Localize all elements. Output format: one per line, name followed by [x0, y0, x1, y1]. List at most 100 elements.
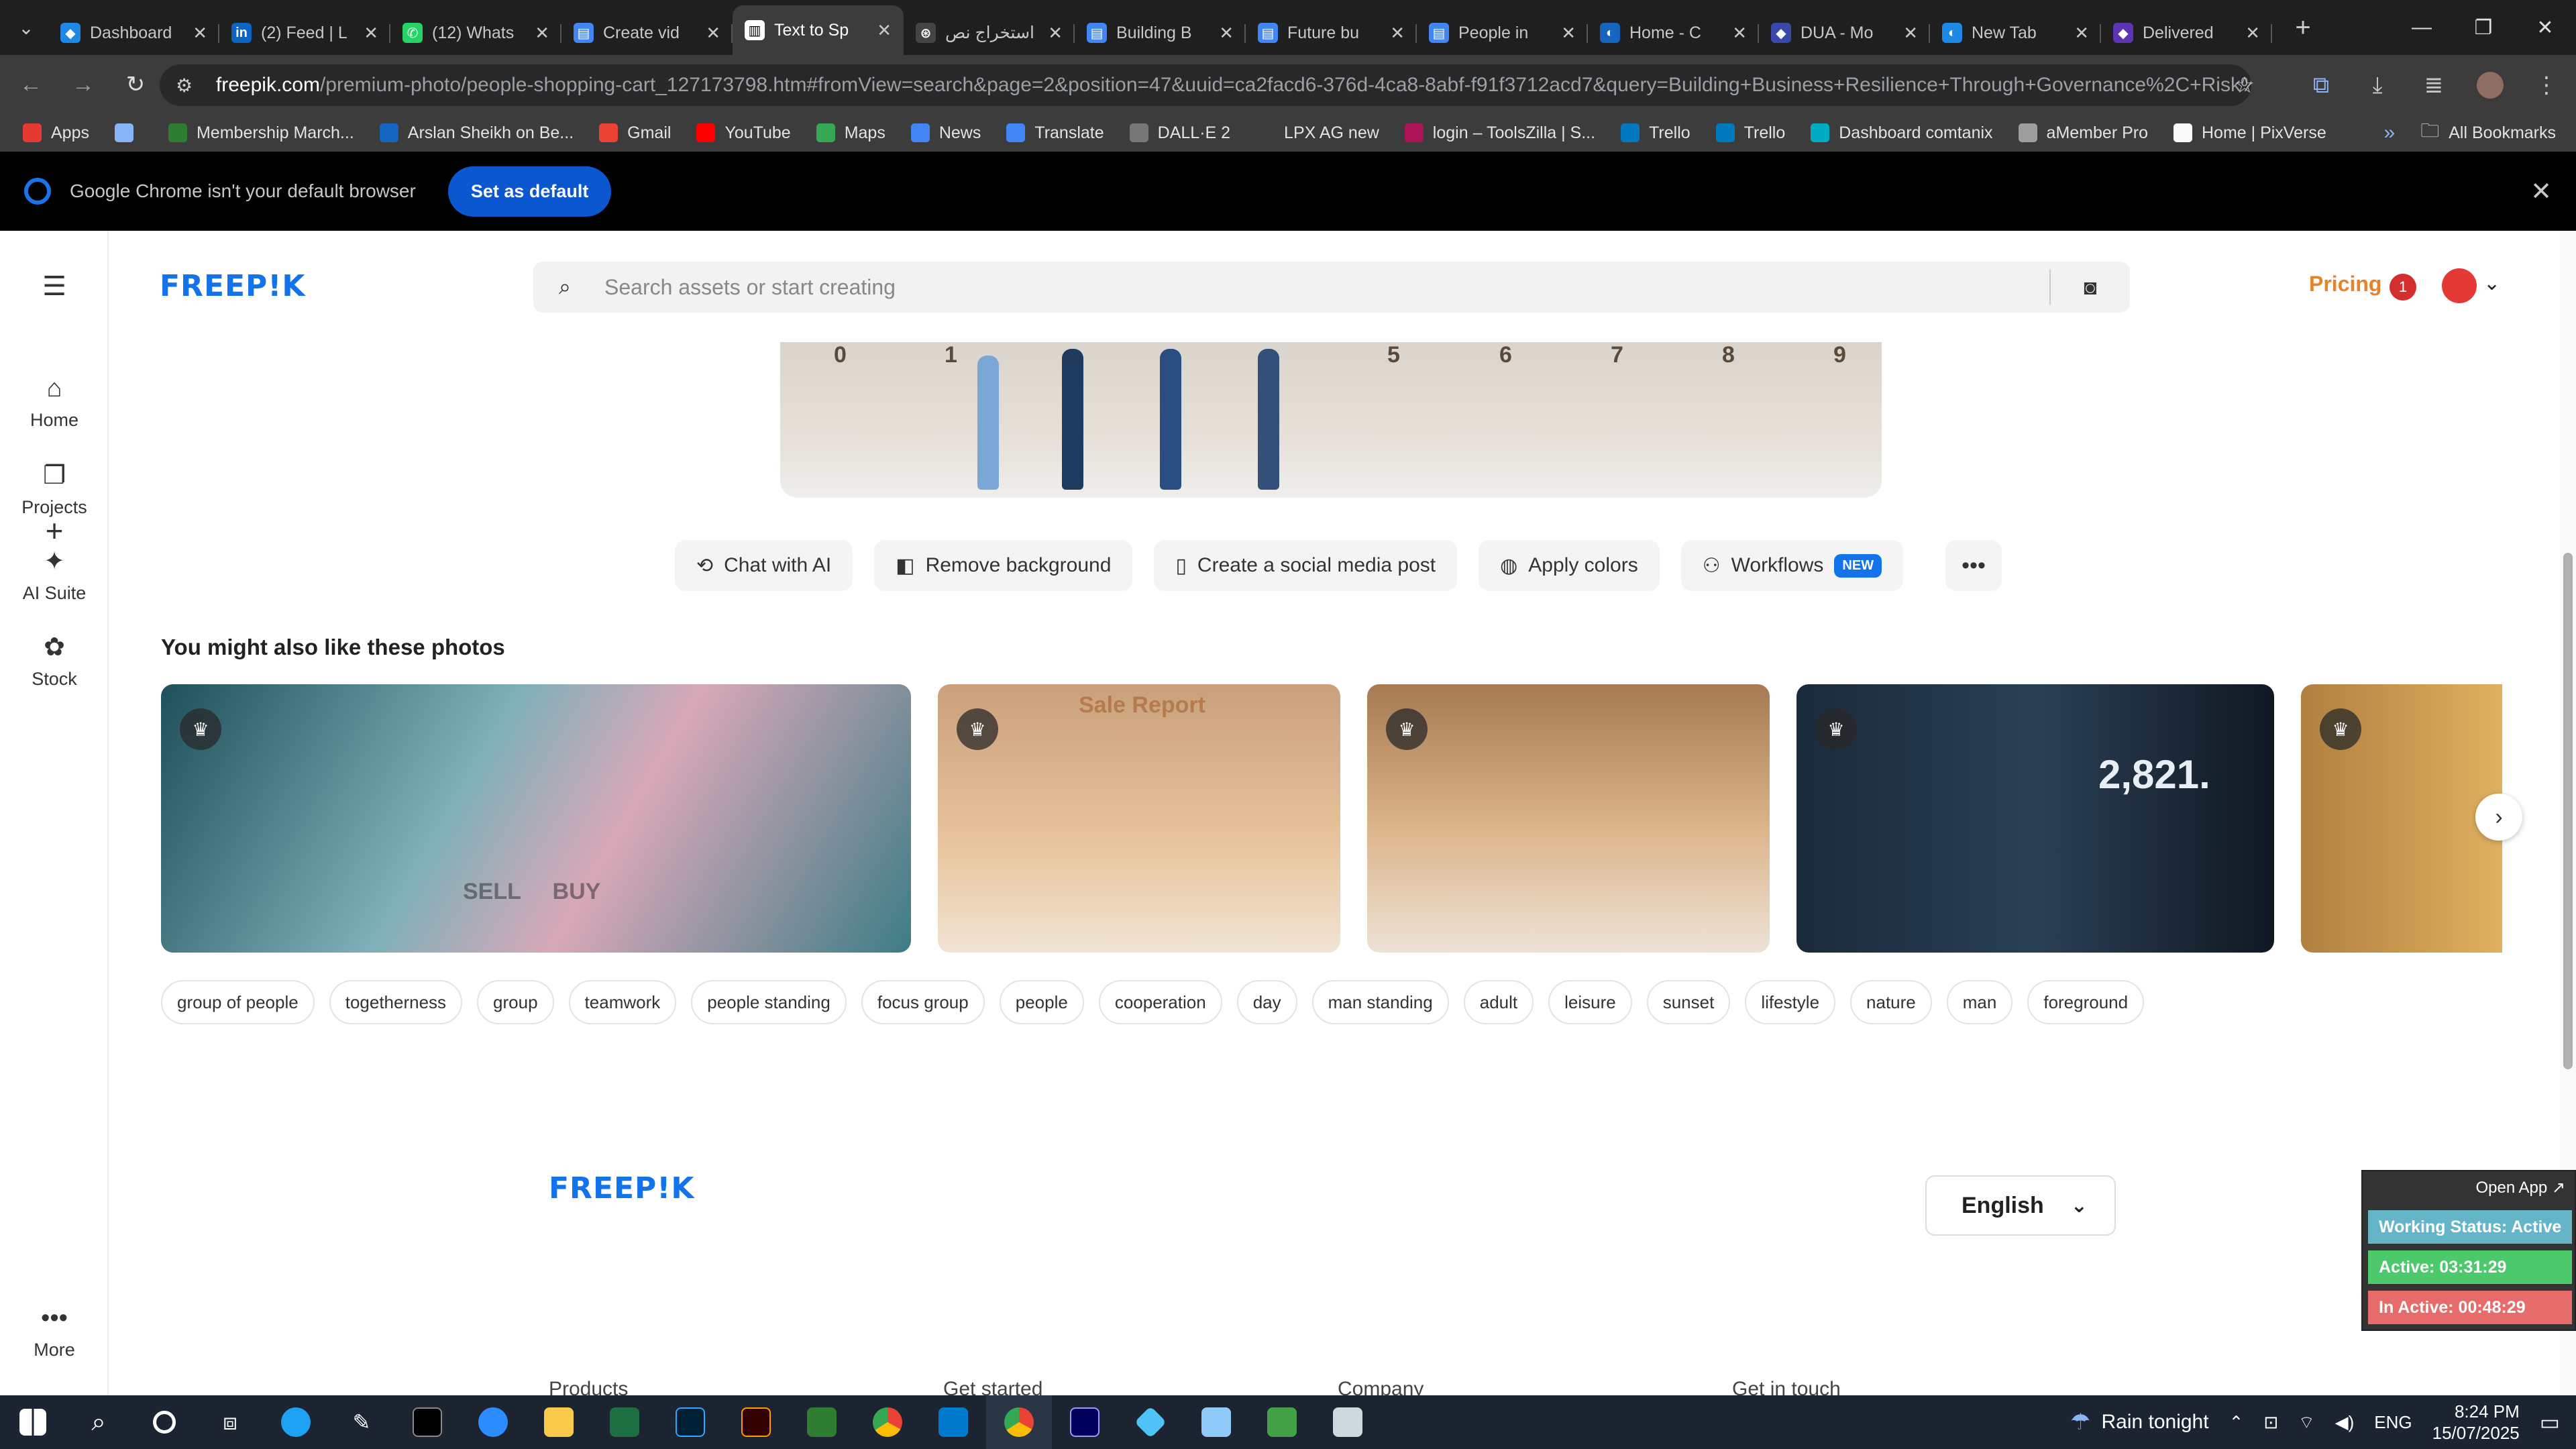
back-arrow-icon[interactable]: ←: [9, 63, 52, 106]
bookmark-10[interactable]: LPX AG new: [1256, 123, 1379, 143]
tab-8[interactable]: ▤ People in ✕: [1417, 11, 1588, 55]
sidebar-item-more[interactable]: ••• More: [0, 1304, 109, 1360]
tab-close-icon[interactable]: ✕: [2074, 23, 2089, 44]
reload-icon[interactable]: ↻: [114, 63, 157, 106]
set-as-default-button[interactable]: Set as default: [447, 166, 612, 217]
bookmark-6[interactable]: Maps: [816, 123, 885, 143]
cortana-circle-icon[interactable]: [131, 1395, 197, 1449]
add-plus-icon[interactable]: +: [0, 513, 109, 549]
search-icon[interactable]: ⌕: [66, 1395, 131, 1449]
notifications-icon[interactable]: ▭: [2540, 1409, 2560, 1435]
edge-icon[interactable]: [263, 1395, 329, 1449]
bookmark-star-icon[interactable]: ☆: [2231, 72, 2258, 99]
related-photo-gold-map-ladder-coins[interactable]: ♛ 2,821.: [1796, 684, 2274, 953]
media-control-icon[interactable]: ≣: [2420, 72, 2447, 99]
tab-close-icon[interactable]: ✕: [364, 23, 378, 44]
tag-chip[interactable]: focus group: [861, 980, 985, 1024]
language-select[interactable]: English ⌄: [1925, 1175, 2116, 1236]
tab-close-icon[interactable]: ✕: [1390, 23, 1405, 44]
vscode-icon[interactable]: [920, 1395, 986, 1449]
weather-text[interactable]: Rain tonight: [2101, 1411, 2208, 1434]
excel-icon[interactable]: [592, 1395, 657, 1449]
tab-close-icon[interactable]: ✕: [1561, 23, 1576, 44]
tab-close-icon[interactable]: ✕: [1219, 23, 1234, 44]
action-apply-colors[interactable]: ◍ Apply colors: [1479, 540, 1660, 591]
freepik-logo[interactable]: FREEP!K: [160, 269, 305, 303]
downloads-icon[interactable]: ⤓: [2364, 72, 2391, 99]
photoshop-icon[interactable]: [657, 1395, 723, 1449]
tag-chip[interactable]: group of people: [161, 980, 315, 1024]
bookmark-9[interactable]: DALL·E 2: [1129, 123, 1230, 143]
bookmark-1[interactable]: [114, 123, 143, 142]
tab-close-icon[interactable]: ✕: [193, 23, 207, 44]
tag-chip[interactable]: people standing: [691, 980, 847, 1024]
pen-tool-icon[interactable]: ✎: [329, 1395, 394, 1449]
bookmark-4[interactable]: Gmail: [599, 123, 671, 143]
tab-close-icon[interactable]: ✕: [877, 20, 892, 41]
profile-avatar[interactable]: [2477, 72, 2504, 99]
tag-chip[interactable]: cooperation: [1098, 980, 1222, 1024]
tag-chip[interactable]: group: [477, 980, 554, 1024]
calculator-icon[interactable]: [1315, 1395, 1381, 1449]
carousel-next-icon[interactable]: ›: [2475, 794, 2522, 841]
forward-arrow-icon[interactable]: →: [62, 63, 105, 106]
bookmark-13[interactable]: Trello: [1715, 123, 1785, 143]
new-tab-plus-icon[interactable]: +: [2282, 6, 2324, 49]
tag-chip[interactable]: man: [1946, 980, 2013, 1024]
site-info-icon[interactable]: ⚙: [176, 74, 201, 97]
wifi-icon[interactable]: ⌔: [2298, 1411, 2314, 1434]
bookmark-12[interactable]: Trello: [1621, 123, 1690, 143]
address-bar[interactable]: ⚙ freepik.com /premium-photo/people-shop…: [160, 64, 2251, 106]
tab-6[interactable]: ▤ Building B ✕: [1075, 11, 1246, 55]
footer-logo[interactable]: FREEP!K: [549, 1171, 694, 1205]
extensions-icon[interactable]: ⧉: [2308, 72, 2334, 99]
tag-chip[interactable]: lifestyle: [1745, 980, 1836, 1024]
scrollbar-thumb[interactable]: [2563, 553, 2573, 1069]
tab-10[interactable]: ◆ DUA - Mo ✕: [1759, 11, 1930, 55]
tab-11[interactable]: ◐ New Tab ✕: [1930, 11, 2101, 55]
tab-12[interactable]: ◆ Delivered ✕: [2101, 11, 2272, 55]
restore-icon[interactable]: ❐: [2453, 0, 2514, 55]
bookmark-3[interactable]: Arslan Sheikh on Be...: [379, 123, 574, 143]
chrome-active-icon[interactable]: [986, 1395, 1052, 1449]
tab-9[interactable]: ◐ Home - C ✕: [1588, 11, 1759, 55]
chevron-down-icon[interactable]: ⌄: [2483, 272, 2500, 295]
pricing-link[interactable]: Pricing: [2309, 272, 2381, 297]
minimize-icon[interactable]: —: [2391, 0, 2453, 55]
illustrator-icon[interactable]: [723, 1395, 789, 1449]
zoom-icon[interactable]: [460, 1395, 526, 1449]
bookmark-14[interactable]: Dashboard comtanix: [1811, 123, 1993, 143]
bookmark-5[interactable]: YouTube: [696, 123, 791, 143]
related-photo-world-map-business-people[interactable]: ♛ SELL BUY: [161, 684, 911, 953]
premiere-icon[interactable]: [1052, 1395, 1118, 1449]
bookmark-0[interactable]: Apps: [23, 123, 89, 143]
tab-close-icon[interactable]: ✕: [1048, 23, 1063, 44]
action-create-a-social-media-post[interactable]: ▯ Create a social media post: [1154, 540, 1458, 591]
chrome-icon[interactable]: [855, 1395, 920, 1449]
related-photo-sale-report-map-figures[interactable]: ♛ Sale Report: [938, 684, 1340, 953]
tab-0[interactable]: ◆ Dashboard ✕: [48, 11, 219, 55]
volume-icon[interactable]: ◀): [2335, 1412, 2355, 1433]
bookmark-11[interactable]: login – ToolsZilla | S...: [1404, 123, 1595, 143]
tag-chip[interactable]: day: [1236, 980, 1297, 1024]
bookmark-16[interactable]: Home | PixVerse: [2174, 123, 2326, 143]
tab-close-icon[interactable]: ✕: [535, 23, 549, 44]
weather-umbrella-icon[interactable]: ☂: [2070, 1409, 2090, 1436]
file-explorer-icon[interactable]: [526, 1395, 592, 1449]
bookmark-2[interactable]: Membership March...: [168, 123, 354, 143]
sidebar-item-stock[interactable]: ✿ Stock: [0, 632, 109, 690]
action-workflows[interactable]: ⚇ Workflows NEW: [1680, 540, 1904, 591]
tray-chevron-up-icon[interactable]: ⌃: [2229, 1412, 2244, 1433]
tab-2[interactable]: ✆ (12) Whats ✕: [390, 11, 561, 55]
bookmark-7[interactable]: News: [910, 123, 981, 143]
tag-chip[interactable]: foreground: [2027, 980, 2145, 1024]
tag-chip[interactable]: nature: [1850, 980, 1932, 1024]
chrome-menu-icon[interactable]: ⋮: [2533, 72, 2560, 99]
tag-chip[interactable]: togetherness: [329, 980, 463, 1024]
open-app-link[interactable]: Open App ↗: [2475, 1178, 2565, 1197]
tab-7[interactable]: ▤ Future bu ✕: [1246, 11, 1417, 55]
clock[interactable]: 8:24 PM 15/07/2025: [2432, 1401, 2520, 1444]
tab-1[interactable]: in (2) Feed | L ✕: [219, 11, 390, 55]
bookmarks-overflow-icon[interactable]: »: [2384, 121, 2396, 144]
tab-search-chevron-icon[interactable]: ⌄: [4, 6, 48, 49]
